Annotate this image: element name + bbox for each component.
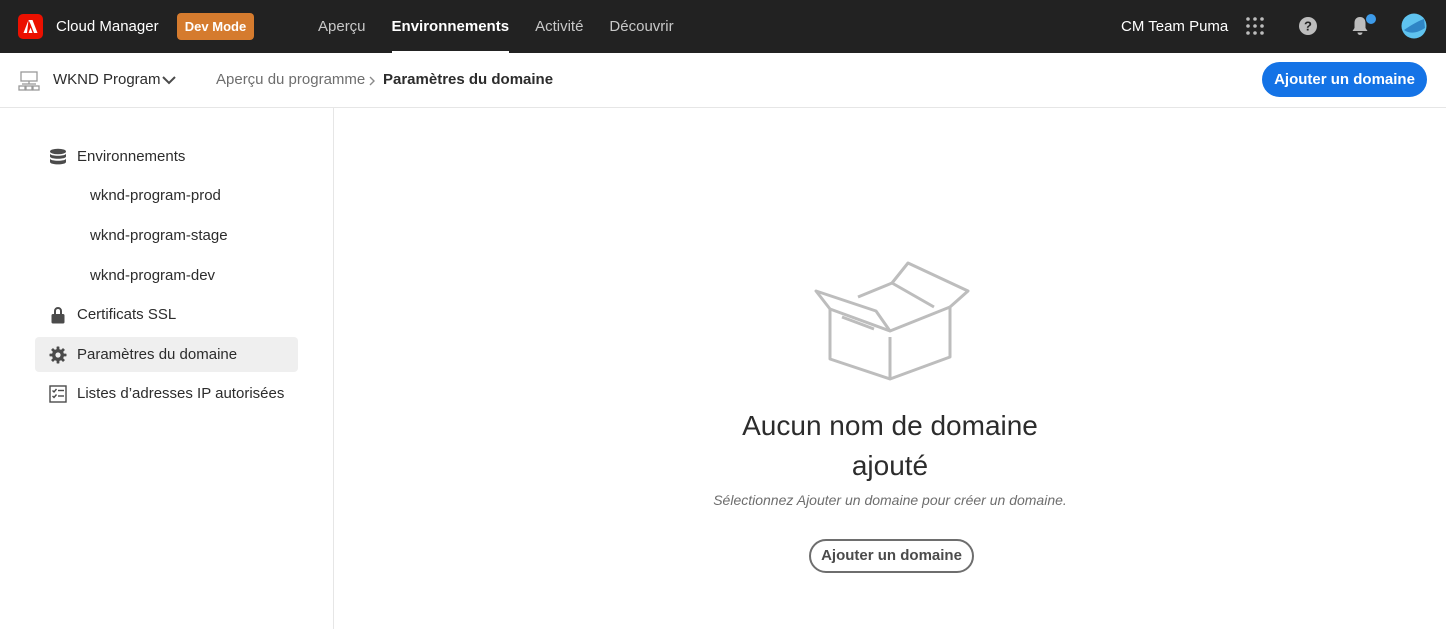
avatar[interactable] xyxy=(1401,13,1427,39)
svg-text:?: ? xyxy=(1304,19,1312,34)
sidebar-item-domain-settings[interactable]: Paramètres du domaine xyxy=(35,337,298,372)
empty-state-title-line1: Aucun nom de domaine xyxy=(742,410,1038,441)
main-nav: Aperçu Environnements Activité Découvrir xyxy=(318,0,700,53)
nav-activite[interactable]: Activité xyxy=(535,0,583,53)
gear-icon xyxy=(48,345,68,365)
nav-decouvrir[interactable]: Découvrir xyxy=(609,0,673,53)
empty-box-icon xyxy=(812,261,972,388)
program-header: WKND Program Aperçu du programme Paramèt… xyxy=(0,53,1446,108)
program-selector[interactable]: WKND Program xyxy=(53,53,161,107)
empty-state-title-line2: ajouté xyxy=(851,450,929,481)
add-domain-button[interactable]: Ajouter un domaine xyxy=(1262,62,1427,97)
app-title: Cloud Manager xyxy=(56,18,159,35)
checklist-icon xyxy=(48,384,68,404)
database-icon xyxy=(48,147,68,167)
sidebar-item-label: Certificats SSL xyxy=(77,306,177,323)
sidebar-item-label: Listes d’adresses IP autorisées xyxy=(77,385,285,402)
breadcrumb-program-overview[interactable]: Aperçu du programme xyxy=(216,53,365,107)
nav-environnements[interactable]: Environnements xyxy=(391,0,509,53)
sidebar-env-dev[interactable]: wknd-program-dev xyxy=(90,258,215,293)
sidebar-env-prod[interactable]: wknd-program-prod xyxy=(90,178,221,213)
empty-state-title: Aucun nom de domaine ajouté xyxy=(690,406,1090,486)
adobe-logo-icon[interactable] xyxy=(18,14,43,39)
apps-grid-icon[interactable] xyxy=(1243,14,1267,38)
sidebar-item-ip-allowlists[interactable]: Listes d’adresses IP autorisées xyxy=(35,376,298,411)
help-icon[interactable]: ? xyxy=(1296,14,1320,38)
sidebar-item-label: Paramètres du domaine xyxy=(77,346,238,363)
chevron-right-icon xyxy=(367,74,377,92)
breadcrumb-current: Paramètres du domaine xyxy=(383,71,554,88)
sidebar-item-label: Environnements xyxy=(77,148,186,165)
lock-icon xyxy=(48,305,68,325)
nav-apercu[interactable]: Aperçu xyxy=(318,0,366,53)
sidebar: Environnements wknd-program-prod wknd-pr… xyxy=(0,108,334,629)
org-switcher[interactable]: CM Team Puma xyxy=(1121,0,1228,53)
chevron-down-icon[interactable] xyxy=(161,73,177,92)
empty-state-description: Sélectionnez Ajouter un domaine pour cré… xyxy=(713,492,1067,508)
sidebar-item-environnements[interactable]: Environnements xyxy=(35,139,298,174)
sidebar-env-stage[interactable]: wknd-program-stage xyxy=(90,218,228,253)
notification-badge xyxy=(1365,13,1377,25)
add-domain-outline-button[interactable]: Ajouter un domaine xyxy=(809,539,974,573)
sidebar-item-ssl[interactable]: Certificats SSL xyxy=(35,297,298,332)
program-icon xyxy=(18,71,40,96)
top-bar: Cloud Manager Dev Mode Aperçu Environnem… xyxy=(0,0,1446,53)
empty-state: Aucun nom de domaine ajouté Sélectionnez… xyxy=(334,108,1446,629)
dev-mode-badge[interactable]: Dev Mode xyxy=(177,13,254,40)
